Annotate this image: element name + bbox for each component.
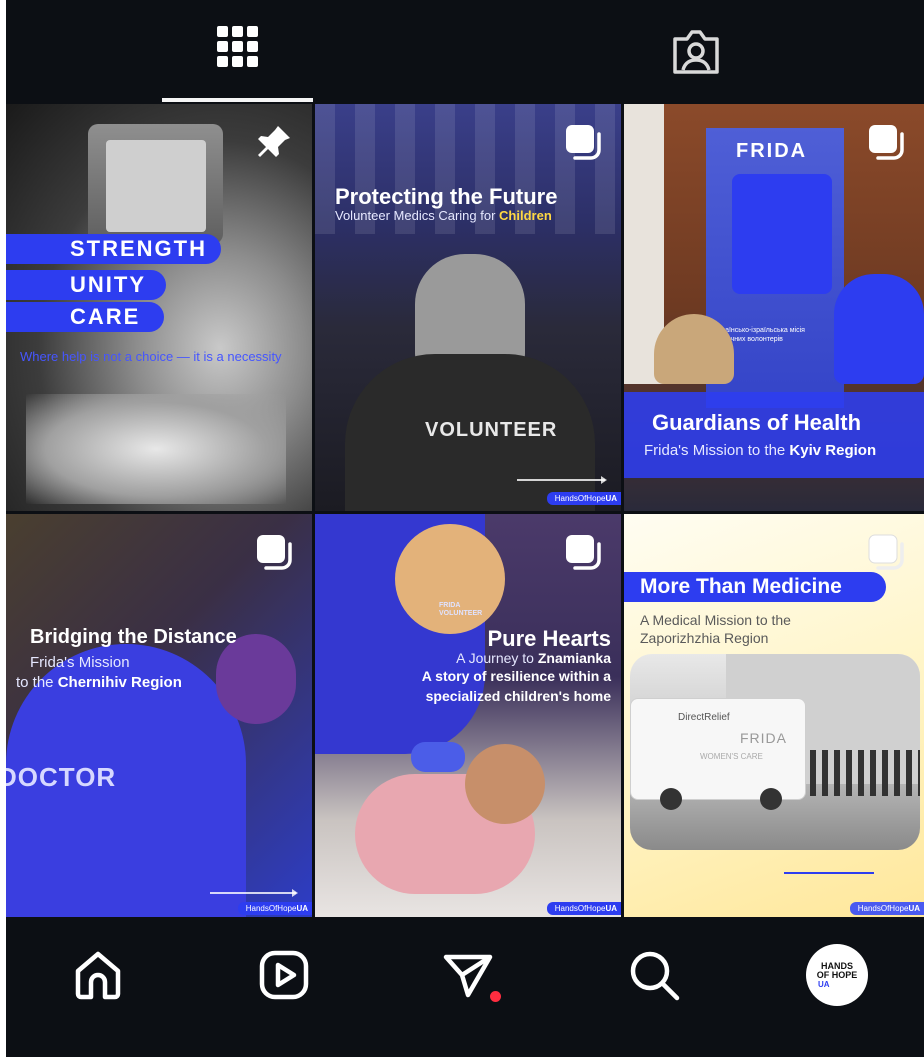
post-subtitle: Where help is not a choice — it is a nec…: [20, 349, 282, 364]
profile-screen: STRENGTH UNITY CARE Where help is not a …: [6, 0, 924, 1057]
carousel-icon: [866, 532, 906, 577]
headline-care: CARE: [6, 302, 165, 332]
bottom-navigation: HANDS OF HOPE UA: [6, 917, 924, 1057]
post-subtitle-line2: Zaporizhzhia Region: [640, 630, 769, 646]
notification-dot: [490, 991, 501, 1002]
swipe-arrow: [784, 872, 874, 874]
tab-posts-grid[interactable]: [162, 0, 313, 104]
post-title: Pure Hearts: [487, 626, 611, 651]
post-subtitle-line1: A Medical Mission to the: [640, 612, 791, 628]
shirt-text: DOCTOR: [6, 762, 117, 792]
post-tile-strength-unity-care[interactable]: STRENGTH UNITY CARE Where help is not a …: [6, 104, 312, 511]
carousel-icon: [563, 122, 603, 167]
swipe-arrow: [517, 476, 607, 484]
banner-caption: Українсько-ізраїльська місія медичних во…: [714, 327, 805, 343]
headline-unity: UNITY: [6, 270, 166, 300]
post-description-line2: specialized children's home: [425, 688, 611, 704]
post-subtitle: Volunteer Medics Caring for Children: [335, 208, 552, 223]
nav-search-button[interactable]: [624, 945, 684, 1005]
account-handle-tag: HandsOfHopeUA: [849, 902, 924, 915]
post-subtitle: Frida's Mission to the Kyiv Region: [644, 442, 877, 459]
direct-messages-icon: [443, 954, 493, 998]
shirt-text: FRIDA VOLUNTEER: [439, 602, 483, 617]
account-handle-tag: HandsOfHopeUA: [237, 902, 312, 915]
post-tile-bridging-the-distance[interactable]: Bridging the Distance Frida's Mission to…: [6, 514, 312, 921]
nav-profile-button[interactable]: HANDS OF HOPE UA: [806, 944, 868, 1006]
post-tile-guardians-of-health[interactable]: FRIDA Українсько-ізраїльська місія медич…: [624, 104, 924, 511]
headline-strength: STRENGTH: [6, 234, 221, 264]
swipe-arrow: [210, 889, 298, 897]
post-subtitle-line1: Frida's Mission: [30, 654, 130, 671]
post-title: Guardians of Health: [652, 410, 862, 435]
tagged-icon: [673, 30, 719, 74]
post-description-line1: A story of resilience within a: [421, 668, 611, 684]
carousel-icon: [866, 122, 906, 167]
home-icon: [75, 951, 121, 1000]
post-tile-protecting-the-future[interactable]: Protecting the Future Volunteer Medics C…: [315, 104, 621, 511]
post-title: Bridging the Distance: [30, 626, 237, 648]
account-handle-tag: HandsOfHopeUA: [546, 902, 621, 915]
post-tile-more-than-medicine[interactable]: More Than Medicine A Medical Mission to …: [624, 514, 924, 921]
post-subtitle: A Journey to Znamianka: [456, 650, 611, 666]
post-title: Protecting the Future: [335, 184, 558, 209]
van-text-brand: FRIDA: [740, 730, 787, 746]
post-subtitle-line2: to the Chernihiv Region: [16, 674, 182, 691]
post-title: More Than Medicine: [640, 575, 842, 598]
nav-home-button[interactable]: [68, 945, 128, 1005]
nav-reels-button[interactable]: [254, 945, 314, 1005]
account-handle-tag: HandsOfHopeUA: [546, 492, 621, 505]
carousel-icon: [563, 532, 603, 577]
search-icon: [630, 951, 680, 1001]
carousel-icon: [254, 532, 294, 577]
post-tile-pure-hearts[interactable]: Pure Hearts A Journey to Znamianka A sto…: [315, 514, 621, 921]
active-tab-indicator: [162, 98, 313, 102]
post-photo: DirectRelief FRIDA WOMEN'S CARE: [630, 654, 920, 850]
shirt-text: VOLUNTEER: [425, 419, 558, 441]
avatar: HANDS OF HOPE UA: [806, 944, 868, 1006]
nav-messages-button[interactable]: [438, 945, 501, 1005]
pin-icon: [254, 122, 294, 167]
profile-tab-bar: [6, 0, 924, 104]
van-text-sponsor: DirectRelief: [678, 712, 730, 723]
van-text-service: WOMEN'S CARE: [700, 752, 763, 761]
tab-tagged-posts[interactable]: [546, 0, 846, 104]
banner-brand: FRIDA: [736, 140, 808, 162]
reels-icon: [259, 950, 309, 1000]
grid-icon: [216, 26, 258, 67]
